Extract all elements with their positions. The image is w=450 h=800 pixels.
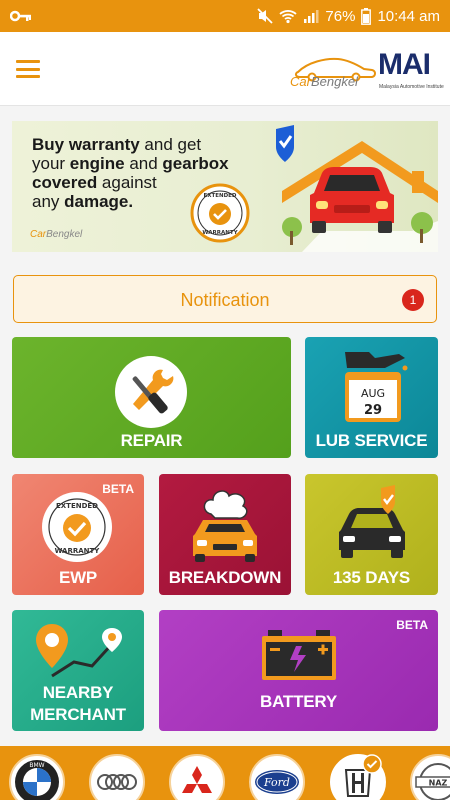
nissan-logo-icon: NAZ [415, 763, 450, 800]
badge-top-text: EXTENDED [204, 193, 237, 199]
oil-can-calendar-icon: AUG 29 [345, 352, 408, 422]
wrench-screwdriver-icon [115, 356, 187, 428]
house-car-illustration [276, 125, 438, 252]
app-bar: CarBengkel MAI Malaysia Automotive Insti… [0, 32, 450, 106]
repair-tile[interactable]: REPAIR [12, 337, 291, 458]
selected-check-icon [362, 754, 382, 774]
mai-logo: MAI [378, 48, 431, 81]
svg-text:Ford: Ford [263, 776, 290, 789]
badge-bottom-text: WARRANTY [202, 230, 238, 236]
notification-count-badge: 1 [402, 289, 424, 311]
brand-honda[interactable] [330, 754, 386, 800]
brand-mitsubishi[interactable] [169, 754, 225, 800]
menu-icon[interactable] [16, 60, 40, 78]
brand-bmw[interactable]: BMW [9, 754, 65, 800]
battery-label: BATTERY [260, 692, 337, 711]
battery-beta-badge: BETA [396, 618, 428, 632]
ewp-label: EWP [58, 568, 98, 587]
broken-car-smoke-icon [193, 490, 257, 562]
carbengkel-logo-text: CarBengkel [290, 74, 358, 89]
svg-text:BMW: BMW [29, 762, 44, 769]
brand-carousel[interactable]: BMW Ford NAZ [0, 746, 450, 800]
days-label: 135 DAYS [332, 568, 411, 587]
brand-audi[interactable] [89, 754, 145, 800]
mai-logo-subtitle: Malaysia Automotive Institute [379, 84, 444, 90]
warranty-banner[interactable]: Buy warranty and get your engine and gea… [12, 121, 438, 252]
audi-logo-icon [97, 774, 137, 790]
lub-service-label: LUB SERVICE [315, 431, 428, 450]
brand-nissan[interactable]: NAZ [410, 754, 450, 800]
days-tile[interactable]: 135 DAYS [305, 474, 438, 595]
banner-carbengkel-logo: CarBengkel [30, 229, 83, 240]
signal-icon [304, 10, 319, 23]
lub-service-tile[interactable]: AUG 29 LUB SERVICE [305, 337, 438, 458]
extended-warranty-badge-icon: EXTENDED WARRANTY [190, 183, 250, 243]
calendar-day: 29 [364, 403, 382, 418]
ewp-tile[interactable]: BETA EXTENDED WARRANTY EWP [12, 474, 144, 595]
clock: 10:44 am [377, 7, 440, 25]
mitsubishi-logo-icon [182, 766, 212, 793]
svg-text:NAZ: NAZ [429, 779, 448, 788]
calendar-month: AUG [361, 387, 385, 400]
battery-percentage: 76% [325, 7, 356, 25]
map-route-icon [36, 624, 122, 678]
brand-ford[interactable]: Ford [249, 754, 305, 800]
ford-logo-icon: Ford [255, 770, 299, 794]
notification-label: Notification [180, 290, 270, 310]
mute-icon [257, 8, 274, 24]
repair-label: REPAIR [120, 431, 183, 450]
car-battery-icon [262, 630, 336, 680]
nearby-merchant-label: NEARBY MERCHANT [30, 683, 126, 724]
battery-tile[interactable]: BETA BATTERY [159, 610, 438, 731]
wifi-icon [279, 10, 298, 24]
notification-button[interactable]: Notification 1 [13, 275, 437, 323]
car-shield-icon [339, 485, 405, 558]
breakdown-tile[interactable]: BREAKDOWN [159, 474, 291, 595]
ewp-badge-bottom: WARRANTY [55, 547, 101, 555]
status-bar: 76% 10:44 am [0, 0, 450, 32]
battery-icon [361, 7, 372, 25]
breakdown-label: BREAKDOWN [168, 568, 282, 587]
vpn-key-icon [10, 10, 31, 22]
bmw-logo-icon: BMW [15, 760, 59, 800]
nearby-merchant-tile[interactable]: NEARBY MERCHANT [12, 610, 144, 731]
ewp-badge-top: EXTENDED [56, 502, 98, 510]
extended-warranty-icon: EXTENDED WARRANTY [42, 492, 112, 562]
